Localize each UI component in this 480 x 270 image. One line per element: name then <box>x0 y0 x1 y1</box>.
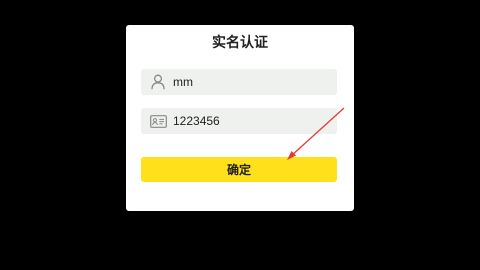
dialog-title: 实名认证 <box>212 35 268 51</box>
real-name-verification-dialog: 实名认证 mm 1223456 确定 <box>126 25 354 211</box>
name-value: mm <box>173 75 193 89</box>
id-number-value: 1223456 <box>173 114 220 128</box>
id-card-icon <box>149 112 167 130</box>
confirm-button[interactable]: 确定 <box>141 157 337 182</box>
name-field[interactable]: mm <box>141 69 337 95</box>
screen: 实名认证 mm 1223456 确定 <box>0 0 480 270</box>
person-icon <box>149 73 167 91</box>
id-number-field[interactable]: 1223456 <box>141 108 337 134</box>
